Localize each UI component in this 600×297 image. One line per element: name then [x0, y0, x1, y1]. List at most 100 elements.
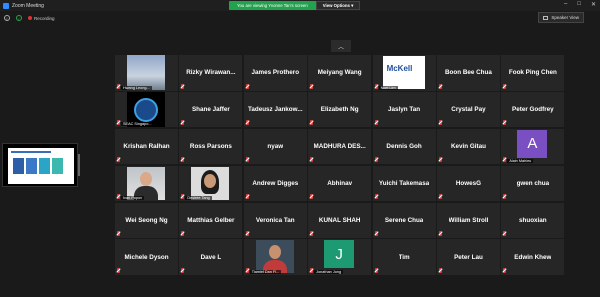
page-up-button[interactable]: ︿ [331, 40, 351, 52]
participant-tile[interactable]: shuoxian [501, 202, 565, 239]
participant-tile[interactable]: Peter Lau [436, 239, 500, 275]
participant-video [255, 240, 294, 274]
participant-tile[interactable]: Andrew Digges [243, 165, 307, 202]
participant-tile[interactable]: Yuichi Takemasa [372, 165, 436, 202]
slide-box [39, 158, 50, 174]
participant-tile[interactable]: Veronica Tan [243, 202, 307, 239]
participant-tile[interactable]: gwen chua [501, 165, 565, 202]
participant-tile[interactable]: Elizabeth Ng [308, 91, 372, 128]
participant-tile[interactable]: Kevin Gitau [436, 128, 500, 165]
mic-muted-icon [117, 231, 120, 237]
participant-name: Elizabeth Ng [320, 106, 359, 114]
mic-muted-icon [117, 120, 120, 126]
mic-muted-icon [117, 267, 120, 273]
participant-label: Tiamiel Dan Fi... [249, 269, 282, 274]
speaker-view-button[interactable]: Speaker View [538, 12, 584, 23]
participant-tile[interactable]: MADHURA DES... [308, 128, 372, 165]
participant-tile[interactable]: Dave L [179, 239, 243, 275]
recording-icon [28, 16, 32, 20]
participant-label: Noel Lim [378, 85, 398, 90]
participant-name: Michele Dyson [124, 253, 169, 261]
maximize-button[interactable]: □ [577, 1, 581, 8]
participant-name: Rizky Wirawan... [186, 69, 236, 77]
participant-label: SEAC Singapo... [121, 122, 154, 127]
mic-muted-icon [310, 120, 314, 126]
participant-name: Crystal Pay [451, 106, 486, 114]
participant-tile[interactable]: Tim [372, 239, 436, 275]
close-button[interactable]: ✕ [591, 1, 596, 8]
participant-tile[interactable]: Dennis Goh [372, 128, 436, 165]
participant-tile[interactable]: KUNAL SHAH [308, 202, 372, 239]
slide-header-bar [11, 151, 51, 153]
participant-tile[interactable]: Tiamiel Dan Fi... [243, 239, 307, 275]
participant-tile[interactable]: McKell Noel Lim [372, 55, 436, 91]
participant-name: Andrew Digges [252, 179, 299, 187]
participant-tile[interactable]: Krishan Ralhan [115, 128, 178, 165]
mic-muted-icon [503, 157, 507, 163]
participant-name: Dennis Goh [386, 143, 422, 151]
chevron-up-icon: ︿ [337, 44, 344, 51]
participant-tile[interactable]: Ross Parsons [179, 128, 243, 165]
mic-muted-icon [374, 120, 378, 126]
participant-tile[interactable]: Hwang Leong... [115, 55, 178, 91]
participant-tile[interactable]: Jaslyn Tan [372, 91, 436, 128]
mic-muted-icon [181, 194, 185, 200]
participant-video [191, 166, 230, 200]
mic-muted-icon [438, 157, 442, 163]
participant-tile[interactable]: HowesG [436, 165, 500, 202]
mic-muted-icon [438, 194, 442, 200]
slide-box [52, 158, 63, 174]
participant-tile[interactable]: Michele Dyson [115, 239, 178, 275]
participant-tile[interactable]: Shane Jaffer [179, 91, 243, 128]
participant-label: Jonathan Jong [314, 269, 344, 274]
participant-tile[interactable]: Meiyang Wang [308, 55, 372, 91]
participant-tile[interactable]: Desiree Tang [179, 165, 243, 202]
mic-muted-icon [181, 157, 185, 163]
participant-tile[interactable]: Ivan Popov [115, 165, 178, 202]
participant-name: James Prothero [251, 69, 300, 77]
participant-name: Abhinav [327, 179, 353, 187]
participant-label: Alain Mahieu [507, 159, 534, 164]
participant-label: Ivan Popov [121, 196, 144, 201]
participant-tile[interactable]: James Prothero [243, 55, 307, 91]
participant-tile[interactable]: Wei Seong Ng [115, 202, 178, 239]
participant-name: Dave L [200, 253, 222, 261]
shield-check-icon[interactable]: ✓ [16, 15, 22, 21]
zoom-logo-icon [3, 2, 9, 9]
layout-icon [543, 15, 549, 20]
participant-tile[interactable]: Boon Bee Chua [436, 55, 500, 91]
participant-tile[interactable]: Tadeusz Jankow... [243, 91, 307, 128]
viewing-screen-text: You are viewing Yvonne Tan's screen [229, 1, 316, 10]
view-options-button[interactable]: View Options ▾ [315, 1, 361, 10]
participant-tile[interactable]: William Stroll [436, 202, 500, 239]
mic-muted-icon [245, 120, 249, 126]
participant-tile[interactable]: J Jonathan Jong [308, 239, 372, 275]
participant-name: HowesG [455, 179, 482, 187]
participant-tile[interactable]: Edwin Khew [501, 239, 565, 275]
participant-tile[interactable]: Serene Chua [372, 202, 436, 239]
participant-tile[interactable]: Peter Godfrey [501, 91, 565, 128]
participant-tile[interactable]: Crystal Pay [436, 91, 500, 128]
mic-muted-icon [245, 267, 249, 273]
mckell-logo: McKell [386, 64, 413, 73]
participant-tile[interactable]: nyaw [243, 128, 307, 165]
participant-label: Desiree Tang [185, 196, 212, 201]
participant-tile[interactable]: SEAC Singapo... [115, 91, 178, 128]
mic-muted-icon [245, 194, 249, 200]
participant-name: Veronica Tan [255, 216, 295, 224]
participant-tile[interactable]: Rizky Wirawan... [179, 55, 243, 91]
mic-muted-icon [374, 83, 378, 89]
window-controls: – □ ✕ [564, 1, 596, 8]
participant-tile[interactable]: Matthias Gelber [179, 202, 243, 239]
minimize-button[interactable]: – [564, 1, 567, 8]
participant-name: Tim [398, 253, 410, 261]
participant-name: Yuichi Takemasa [378, 179, 430, 187]
bee-logo-icon [134, 97, 158, 122]
info-icon[interactable]: i [4, 15, 10, 21]
participant-tile[interactable]: Abhinav [308, 165, 372, 202]
thumbnail-scrollbar[interactable] [78, 154, 80, 176]
shared-screen-thumbnail[interactable] [2, 143, 80, 187]
participant-tile[interactable]: A Alain Mahieu [501, 128, 565, 165]
participant-tile[interactable]: Fook Ping Chen [501, 55, 565, 91]
mic-muted-icon [438, 83, 442, 89]
